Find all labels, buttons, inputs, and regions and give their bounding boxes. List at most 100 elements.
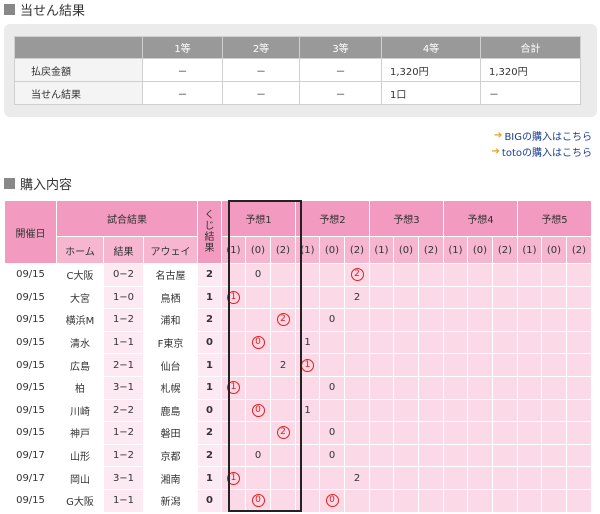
prediction-cell: [221, 330, 246, 355]
prediction-cell: [467, 330, 493, 355]
prediction-cell: [369, 353, 394, 377]
header-yosou-3: 予想3: [369, 200, 444, 237]
big-link-text[interactable]: BIGの購入はこちら: [504, 128, 592, 143]
prediction-cell: 0: [245, 398, 271, 423]
header-choice-1-2: (2): [270, 236, 296, 264]
prediction-cell: [467, 285, 493, 310]
prediction-cell: [443, 285, 468, 310]
prediction-cell: [245, 353, 271, 377]
prediction-cell: [418, 443, 444, 468]
match-score: 1−2: [103, 421, 144, 445]
toto-link-text[interactable]: totoの購入はこちら: [502, 144, 592, 159]
match-date: 09/15: [4, 375, 57, 400]
home-team: 岡山: [56, 466, 104, 490]
result-header-2: 2等: [222, 36, 300, 59]
prediction-cell: [467, 375, 493, 400]
prediction-cell: [467, 263, 493, 287]
header-choice-4-1: (0): [467, 236, 493, 264]
prediction-cell: [467, 466, 493, 490]
prediction-cell: [319, 330, 345, 355]
prediction-cell: [270, 398, 296, 423]
home-team: 神戸: [56, 421, 104, 445]
match-date: 09/15: [4, 308, 57, 332]
prediction-cell: [221, 263, 246, 287]
prediction-cell: 1: [295, 353, 320, 377]
away-team: 名古屋: [143, 263, 198, 287]
toto-purchase-link[interactable]: ➔ totoの購入はこちら: [492, 144, 592, 159]
prediction-cell: [245, 308, 271, 332]
prediction-cell: [393, 443, 419, 468]
match-score: 1−0: [103, 285, 144, 310]
prediction-cell: [492, 285, 518, 310]
prediction-cell: [517, 330, 542, 355]
prediction-cell: [344, 398, 370, 423]
match-score: 1−2: [103, 308, 144, 332]
result-cell: －: [222, 81, 300, 105]
prediction-cell: [443, 308, 468, 332]
prediction-cell: [418, 353, 444, 377]
prediction-cell: [245, 285, 271, 310]
arrow-right-icon: ➔: [491, 146, 500, 157]
hit-circle-mark: 2: [276, 313, 290, 327]
big-purchase-link[interactable]: ➔ BIGの購入はこちら: [494, 128, 592, 143]
match-score: 2−1: [103, 353, 144, 377]
prediction-cell: [221, 308, 246, 332]
result-title-text: 当せん結果: [20, 3, 86, 19]
prediction-cell: 0: [245, 263, 271, 287]
result-cell: 1口: [381, 81, 481, 105]
prediction-cell: [393, 421, 419, 445]
kuji-result: 2: [197, 443, 222, 468]
prediction-cell: [344, 443, 370, 468]
result-cell: 1,320円: [480, 58, 581, 82]
prediction-cell: [566, 466, 592, 490]
result-header-1: 1等: [142, 36, 223, 59]
match-row: 09/15 神戸 1−2 磐田 2 2 0: [4, 421, 592, 445]
away-team: 京都: [143, 443, 198, 468]
prediction-cell: [541, 488, 567, 513]
result-header-row: 1等 2等 3等 4等 合計: [14, 36, 581, 59]
prediction-cell: [369, 375, 394, 400]
prediction-cell: [270, 375, 296, 400]
header-yosou-2: 予想2: [295, 200, 370, 237]
match-row: 09/17 岡山 3−1 湘南 1 1 2: [4, 466, 592, 490]
match-row: 09/15 G大阪 1−1 新潟 0 0 0: [4, 488, 592, 513]
hit-circle-mark: 1: [227, 381, 240, 395]
header-choice-2-0: (1): [295, 236, 320, 264]
prediction-cell: [245, 421, 271, 445]
prediction-cell: 2: [344, 285, 370, 310]
match-score: 1−1: [103, 330, 144, 355]
prediction-cell: [517, 488, 542, 513]
prediction-cell: 2: [344, 263, 370, 287]
home-team: 大宮: [56, 285, 104, 310]
prediction-cell: [393, 330, 419, 355]
hit-circle-mark: 1: [227, 471, 240, 485]
prediction-cell: [369, 330, 394, 355]
kuji-result: 2: [197, 263, 222, 287]
prediction-cell: [295, 308, 320, 332]
prediction-cell: [319, 263, 345, 287]
prediction-cell: [418, 263, 444, 287]
prediction-cell: [344, 353, 370, 377]
prediction-cell: [221, 353, 246, 377]
prediction-cell: [221, 421, 246, 445]
header-choice-4-0: (1): [443, 236, 468, 264]
prediction-cell: 1: [221, 285, 246, 310]
prediction-cell: [270, 466, 296, 490]
match-row: 09/17 山形 1−2 京都 2 0 0: [4, 443, 592, 468]
away-team: 新潟: [143, 488, 198, 513]
prediction-cell: [541, 330, 567, 355]
header-home: ホーム: [56, 236, 104, 264]
prediction-cell: [566, 353, 592, 377]
kuji-result: 0: [197, 330, 222, 355]
header-choice-4-2: (2): [492, 236, 518, 264]
result-header-3: 3等: [299, 36, 382, 59]
prediction-cell: [270, 330, 296, 355]
kuji-result: 2: [197, 421, 222, 445]
prediction-cell: 1: [295, 398, 320, 423]
header-choice-1-1: (0): [245, 236, 271, 264]
prediction-cell: [319, 285, 345, 310]
match-date: 09/15: [4, 398, 57, 423]
prediction-cell: [295, 488, 320, 513]
prediction-cell: [467, 398, 493, 423]
prediction-cell: [443, 466, 468, 490]
